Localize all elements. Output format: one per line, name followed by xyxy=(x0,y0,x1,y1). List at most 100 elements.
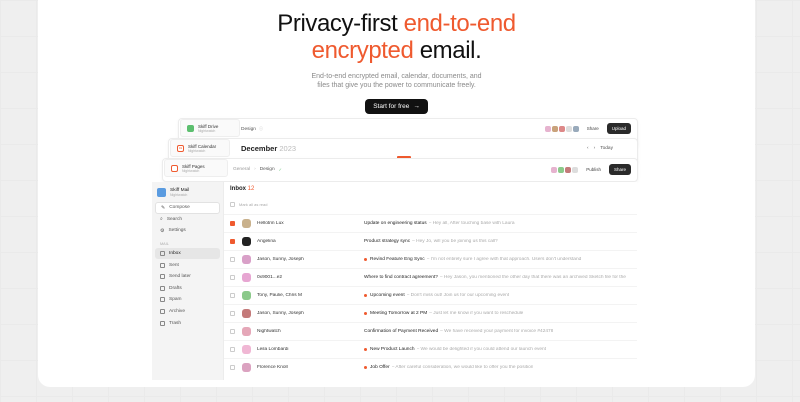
trash-icon xyxy=(160,320,165,326)
sidebar-item-label: Trash xyxy=(169,320,182,326)
email-subject: Where to find contract agreement? xyxy=(364,275,438,280)
upload-button[interactable]: Upload xyxy=(606,123,631,134)
row-checkbox[interactable] xyxy=(230,293,235,298)
avatar xyxy=(558,125,565,132)
email-row[interactable]: Nightwatch Confirmation of Payment Receiv… xyxy=(224,322,637,340)
drive-tab-name: Skiff Drive xyxy=(198,123,219,129)
avatar xyxy=(242,363,251,372)
sidebar-item-inbox[interactable]: Inbox xyxy=(155,247,220,260)
email-row[interactable]: Angelina Product strategy sync – Hey Jo, w… xyxy=(224,232,637,250)
sidebar-item-search[interactable]: ⌕ Search xyxy=(155,214,220,226)
sidebar-item-settings[interactable]: ⚙ Settings xyxy=(155,225,220,237)
sidebar-item-sent[interactable]: Sent xyxy=(155,259,220,271)
inbox-panel: Inbox 12 Mark all as read Hellotrin Lux U… xyxy=(224,182,637,380)
today-button[interactable]: Today xyxy=(600,146,613,151)
avatar xyxy=(558,166,565,173)
chevron-right-icon[interactable]: › xyxy=(594,146,596,151)
email-subject: Confirmation of Payment Received xyxy=(364,329,439,334)
unread-dot xyxy=(364,312,367,315)
settings-label: Settings xyxy=(168,228,186,234)
mail-section-label: MAIL xyxy=(160,241,169,246)
avatar xyxy=(242,255,251,264)
email-subject: New Product Launch xyxy=(370,347,415,352)
calendar-icon: 01 xyxy=(177,144,184,152)
hero-title-plain-1: Privacy-first xyxy=(277,10,404,37)
row-checkbox[interactable] xyxy=(230,329,235,334)
mail-app-header: Skiff Mail Nightwatch xyxy=(152,182,223,202)
start-free-button[interactable]: Start for free → xyxy=(365,99,428,114)
mail-app-icon xyxy=(157,188,166,197)
calendar-month-title: December 2023 xyxy=(241,144,296,153)
tab-skiff-drive[interactable]: Skiff Drive Nightwatch xyxy=(180,119,240,137)
pages-crumb-general[interactable]: General xyxy=(233,167,250,172)
row-checkbox[interactable] xyxy=(230,221,235,226)
drive-breadcrumb-label[interactable]: Design xyxy=(241,127,256,132)
hero-title-accent-1: end-to-end xyxy=(403,10,516,37)
email-preview: – We would be delighted if you could att… xyxy=(416,347,547,352)
calendar-year: 2023 xyxy=(279,144,297,153)
select-all-checkbox[interactable] xyxy=(230,202,235,207)
row-checkbox[interactable] xyxy=(230,257,235,262)
row-checkbox[interactable] xyxy=(230,275,235,280)
tab-skiff-calendar[interactable]: 01 Skiff Calendar Nightwatch xyxy=(170,139,230,157)
avatar xyxy=(572,166,579,173)
row-checkbox[interactable] xyxy=(230,311,235,316)
mail-app-sub: Nightwatch xyxy=(170,193,188,197)
unread-dot xyxy=(364,348,367,351)
avatar xyxy=(551,166,558,173)
chevron-left-icon[interactable]: ‹ xyxy=(587,146,589,151)
inbox-title: Inbox 12 xyxy=(230,186,254,192)
publish-button[interactable]: Publish xyxy=(582,164,605,175)
email-sender: Tony, Paulie, Chris M xyxy=(257,293,302,298)
avatar xyxy=(572,125,579,132)
email-row[interactable]: Jason, Sunny, Joseph Revind Feature Eng S… xyxy=(224,250,637,268)
email-sender: Jason, Sunny, Joseph xyxy=(257,257,304,262)
sidebar-item-send-later[interactable]: Send later xyxy=(155,271,220,283)
pages-share-button[interactable]: Share xyxy=(608,164,631,175)
drive-share-button[interactable]: Share xyxy=(583,123,603,134)
row-checkbox[interactable] xyxy=(230,239,235,244)
sidebar-item-spam[interactable]: Spam xyxy=(155,294,220,306)
email-row[interactable]: Hellotrin Lux Update on engineering statu… xyxy=(224,214,637,232)
pages-tab-name: Skiff Pages xyxy=(182,163,205,169)
email-row[interactable]: Jason, Sunny, Joseph Meeting Tomorrow at … xyxy=(224,304,637,322)
hero-section: Privacy-first end-to-end encrypted email… xyxy=(38,10,755,128)
tab-skiff-pages[interactable]: Skiff Pages Nightwatch xyxy=(164,159,228,177)
email-subject: Job Offer xyxy=(370,365,390,370)
mark-all-read[interactable]: Mark all as read xyxy=(230,202,267,207)
row-checkbox[interactable] xyxy=(230,365,235,370)
pages-tab-sub: Nightwatch xyxy=(182,168,200,173)
pages-crumb-design[interactable]: Design xyxy=(260,167,275,172)
calendar-nav: ‹ › Today xyxy=(587,146,613,151)
info-icon: ⓘ xyxy=(258,126,263,131)
email-preview: – I'm not entirely sure I agree with tha… xyxy=(426,257,582,262)
avatar xyxy=(565,166,572,173)
row-checkbox[interactable] xyxy=(230,347,235,352)
compose-button[interactable]: ✎ Compose xyxy=(155,202,220,214)
compose-label: Compose xyxy=(169,205,190,211)
email-row[interactable]: Florence Knoll Job Offer – After careful c… xyxy=(224,358,637,376)
avatar xyxy=(242,219,251,228)
email-row[interactable]: Tony, Paulie, Chris M Upcoming event – Don… xyxy=(224,286,637,304)
search-icon: ⌕ xyxy=(160,216,163,223)
send-icon xyxy=(160,262,165,268)
email-preview: – Hey all, After touching base with Laur… xyxy=(428,221,515,226)
email-sender: 0x9001...e2 xyxy=(257,275,283,280)
check-circle-icon: ✓ xyxy=(278,167,282,172)
collaborator-avatars xyxy=(551,166,579,173)
email-subject: Update on engineering status xyxy=(364,221,427,226)
avatar xyxy=(242,291,251,300)
email-row[interactable]: 0x9001...e2 Where to find contract agreem… xyxy=(224,268,637,286)
email-preview: – Hey Jason, you mentioned the other day… xyxy=(439,275,626,280)
email-row[interactable]: Leila Lombardi New Product Launch – We wou… xyxy=(224,340,637,358)
sidebar-item-drafts[interactable]: Drafts xyxy=(155,283,220,295)
unread-dot xyxy=(364,294,367,297)
sidebar-item-label: Drafts xyxy=(169,285,182,291)
sidebar-item-trash[interactable]: Trash xyxy=(155,317,220,329)
avatar xyxy=(242,327,251,336)
pages-window: General › Design ✓ Publish Share xyxy=(162,158,638,182)
calendar-tab-sub: Nightwatch xyxy=(188,148,206,153)
drive-tab-sub: Nightwatch xyxy=(198,128,216,133)
pencil-icon: ✎ xyxy=(161,204,166,211)
sidebar-item-archive[interactable]: Archive xyxy=(155,306,220,318)
